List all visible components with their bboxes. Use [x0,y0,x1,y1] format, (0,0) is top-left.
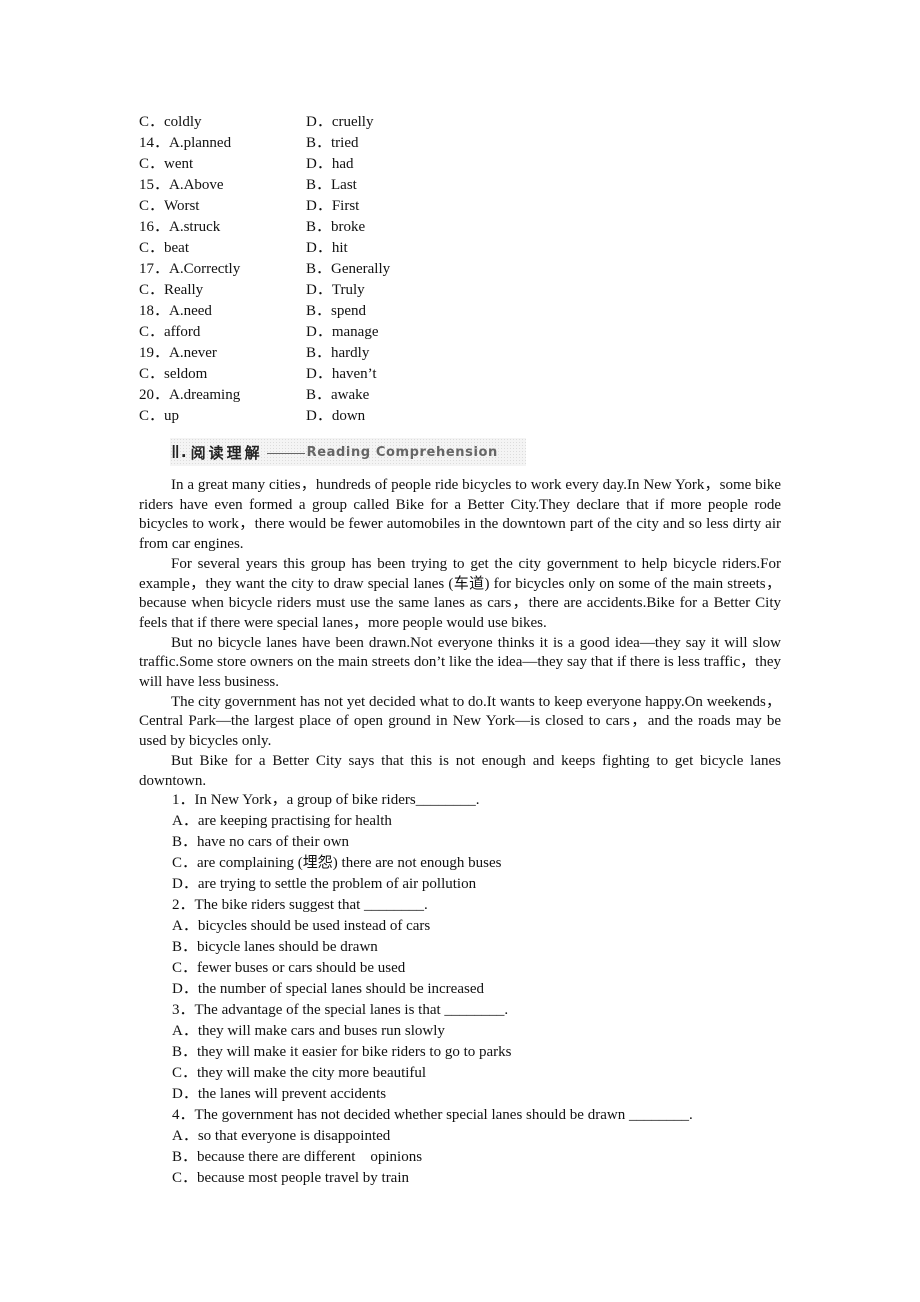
option-left: C．up [139,408,180,424]
section-header: Ⅱ . 阅读理解 Reading Comprehension [170,438,526,466]
option-left: C．beat [139,240,189,256]
option-right: B．Generally [306,261,391,277]
option-right: D．cruelly [306,114,374,130]
option-right: D．Truly [306,282,365,298]
section-number: Ⅱ [171,441,180,462]
question: 1．In New York，a group of bike riders____… [172,790,693,895]
option-left: 15．A.Above [139,177,224,193]
reading-passage: In a great many cities，hundreds of peopl… [139,476,781,791]
answer-option: D．the lanes will prevent accidents [172,1086,387,1102]
answer-option: A．they will make cars and buses run slow… [172,1023,445,1039]
option-right: D．down [306,408,366,424]
question-stem: 2．The bike riders suggest that ________. [172,897,428,913]
passage-paragraph: But no bicycle lanes have been drawn.Not… [139,634,781,691]
option-left: 14．A.planned [139,135,232,151]
answer-option: A．are keeping practising for health [172,813,392,829]
option-right: B．Last [306,177,357,193]
answer-option: B．they will make it easier for bike ride… [172,1044,512,1060]
option-left: 16．A.struck [139,219,221,235]
option-right: D．had [306,156,354,172]
option-left: 17．A.Correctly [139,261,241,277]
question: 2．The bike riders suggest that ________.… [172,895,693,1000]
section-title-cn: 阅读理解 [190,443,263,462]
question: 4．The government has not decided whether… [172,1105,693,1189]
answer-option: B．have no cars of their own [172,834,350,850]
option-right: B．hardly [306,345,370,361]
option-right: B．broke [306,219,366,235]
section-title-en: Reading Comprehension [306,444,498,460]
question-stem: 4．The government has not decided whether… [172,1107,693,1123]
answer-option: D．the number of special lanes should be … [172,981,484,997]
answer-option: A．so that everyone is disappointed [172,1128,391,1144]
passage-paragraph: The city government has not yet decided … [139,693,781,750]
answer-option: B．bicycle lanes should be drawn [172,939,378,955]
option-left: C．Worst [139,198,200,214]
option-left: C．seldom [139,366,208,382]
option-left: C．Really [139,282,204,298]
option-right: D．manage [306,324,379,340]
answer-option: D．are trying to settle the problem of ai… [172,876,477,892]
option-right: B．spend [306,303,367,319]
question-stem: 3．The advantage of the special lanes is … [172,1002,509,1018]
option-left: C．went [139,156,194,172]
answer-option: C．are complaining (埋怨) there are not eno… [172,855,502,871]
document-page: C．coldly D．cruelly 14．A.planned B．tried … [0,0,920,1302]
passage-paragraph: In a great many cities，hundreds of peopl… [139,477,781,553]
answer-option: C．they will make the city more beautiful [172,1065,427,1081]
section-dot: . [180,443,190,461]
answer-option: C．fewer buses or cars should be used [172,960,406,976]
question-stem: 1．In New York，a group of bike riders____… [172,792,480,808]
option-right: D．haven’t [306,366,377,382]
passage-paragraph: But Bike for a Better City says that thi… [139,752,781,789]
option-right: D．First [306,198,360,214]
option-left: 20．A.dreaming [139,387,241,403]
answer-option: B．because there are different opinions [172,1149,423,1165]
option-left: 18．A.need [139,303,212,319]
question: 3．The advantage of the special lanes is … [172,1000,693,1105]
question-list: 1．In New York，a group of bike riders____… [172,790,693,1189]
option-left: C．afford [139,324,201,340]
answer-option: C．because most people travel by train [172,1170,410,1186]
answer-option: A．bicycles should be used instead of car… [172,918,431,934]
option-left: 19．A.never [139,345,217,361]
option-right: B．awake [306,387,370,403]
section-dash-divider [266,452,305,454]
option-right: D．hit [306,240,348,256]
option-left: C．coldly [139,114,202,130]
option-right: B．tried [306,135,359,151]
passage-paragraph: For several years this group has been tr… [139,555,781,631]
